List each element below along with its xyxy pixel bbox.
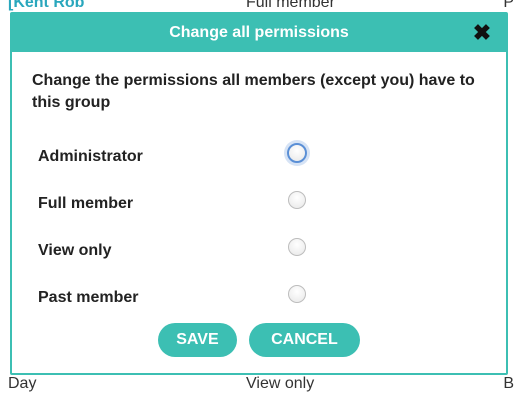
view-only-radio[interactable] [288,238,306,256]
permission-option-full-member[interactable]: Full member [32,179,486,226]
cancel-button[interactable]: CANCEL [249,323,360,357]
permission-label: View only [38,242,112,259]
permission-options: Administrator Full member View only Past… [32,132,486,342]
permission-label: Full member [38,195,134,212]
modal-actions: SAVE CANCEL [12,323,506,357]
change-permissions-modal: Change all permissions ✖ Change the perm… [10,12,508,375]
permission-label: Administrator [38,148,143,165]
modal-header: Change all permissions ✖ [12,14,506,52]
background-truncated-text: B [503,375,514,392]
permission-option-administrator[interactable]: Administrator [32,132,486,179]
close-icon[interactable]: ✖ [472,22,492,44]
background-member-role: View only [246,375,315,392]
background-truncated-text: Day [8,375,37,392]
permission-option-view-only[interactable]: View only [32,226,486,273]
background-member-role: Full member [246,0,335,11]
modal-body: Change the permissions all members (exce… [12,52,506,342]
modal-description: Change the permissions all members (exce… [32,72,475,111]
save-button[interactable]: SAVE [158,323,237,357]
past-member-radio[interactable] [288,285,306,303]
permission-label: Past member [38,289,139,306]
background-truncated-text: P [503,0,514,11]
background-member-name: [Kent Rob [8,0,85,11]
modal-title: Change all permissions [169,24,349,41]
permission-option-past-member[interactable]: Past member [32,273,486,320]
full-member-radio[interactable] [288,191,306,209]
administrator-radio[interactable] [287,143,307,163]
